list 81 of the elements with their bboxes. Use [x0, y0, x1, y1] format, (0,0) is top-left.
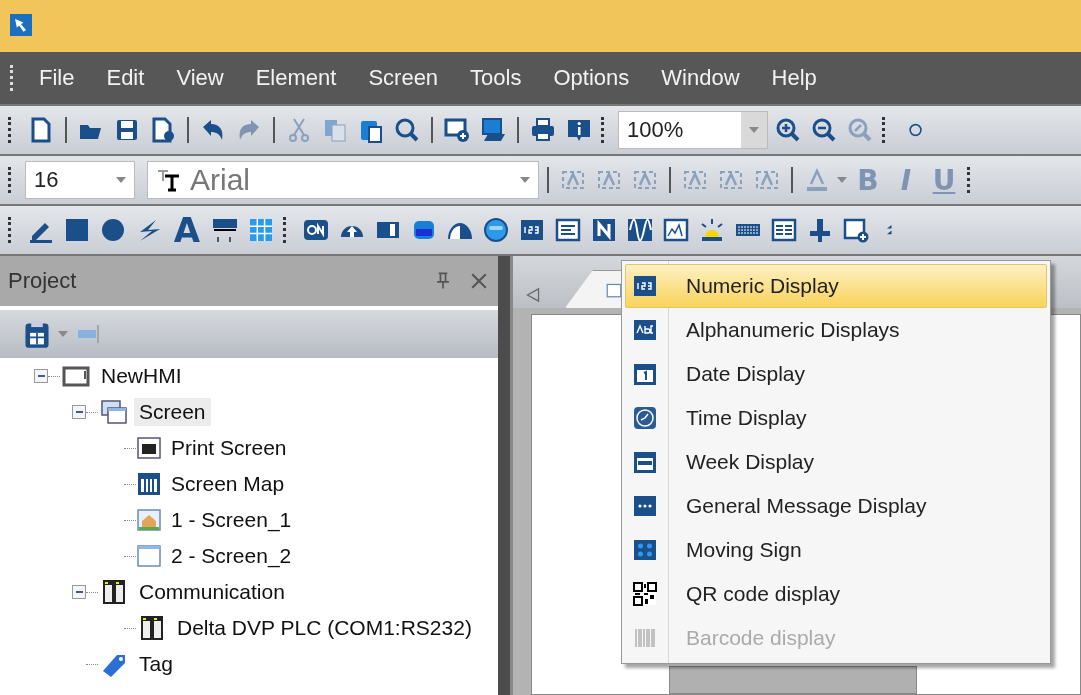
tree-item[interactable]: Screen	[134, 398, 211, 426]
collapse-toggle[interactable]	[72, 405, 86, 419]
menu-item[interactable]: Element	[239, 65, 353, 91]
menu-option[interactable]: Date Display	[625, 352, 1047, 396]
calendar-icon	[632, 361, 658, 387]
menu-option[interactable]: Moving Sign	[625, 528, 1047, 572]
scale-icon	[212, 217, 238, 243]
rectangle-icon	[64, 217, 90, 243]
add-window-icon	[843, 217, 869, 243]
calendar-icon	[632, 449, 658, 475]
caret-icon	[749, 127, 759, 133]
printer-icon	[530, 117, 556, 143]
chart-icon	[663, 217, 689, 243]
message-icon	[632, 493, 658, 519]
qr-code-icon	[632, 581, 658, 607]
print-screen-icon	[136, 435, 162, 461]
screen-map-icon	[136, 471, 162, 497]
zoom-out-icon	[811, 117, 837, 143]
dropdown-caret-icon	[837, 177, 847, 183]
tree-item[interactable]: Communication	[134, 578, 290, 606]
wave-icon	[627, 217, 653, 243]
tree-item[interactable]: NewHMI	[96, 362, 187, 390]
tree-item[interactable]: Screen Map	[166, 470, 290, 498]
windows-icon	[98, 399, 130, 425]
tree-item[interactable]: Print Screen	[166, 434, 292, 462]
menu-item[interactable]: Window	[645, 65, 756, 91]
tree-item[interactable]: Delta DVP PLC (COM1:RS232)	[172, 614, 477, 642]
alarm-light-icon	[699, 217, 725, 243]
numeric-display-icon	[519, 217, 545, 243]
tree-item[interactable]: Tag	[134, 650, 178, 678]
menu-item[interactable]: Screen	[352, 65, 455, 91]
tree-item[interactable]: 2 - Screen_2	[166, 542, 297, 570]
menu-item[interactable]: Edit	[90, 65, 161, 91]
text-tool-button[interactable]: A	[169, 210, 205, 250]
collapse-toggle[interactable]	[72, 585, 86, 599]
grid-icon	[248, 217, 274, 243]
table-icon	[771, 217, 797, 243]
menu-item[interactable]: File	[23, 65, 91, 91]
list-icon	[555, 217, 581, 243]
n-box-icon	[591, 217, 617, 243]
menu-item[interactable]: View	[160, 65, 240, 91]
collapse-toggle[interactable]	[34, 369, 48, 383]
info-icon	[566, 117, 592, 143]
clock-icon	[632, 405, 658, 431]
open-screen-icon	[480, 117, 506, 143]
lamp-icon	[483, 217, 509, 243]
menu-option[interactable]: Week Display	[625, 440, 1047, 484]
panel-title: Project	[8, 268, 78, 294]
save-as-icon	[150, 117, 176, 143]
scissors-icon	[286, 117, 312, 143]
numeric-display-icon	[632, 273, 658, 299]
toggle-button-icon	[303, 217, 329, 243]
zoom-in-icon	[775, 117, 801, 143]
new-screen-icon	[444, 117, 470, 143]
zoom-fit-icon	[847, 117, 873, 143]
font-size-dropdown[interactable]: 16	[25, 161, 135, 199]
font-color-icon	[804, 167, 830, 193]
circle-icon	[100, 217, 126, 243]
menu-option[interactable]: Numeric Display	[625, 264, 1047, 308]
caret-icon	[116, 177, 126, 183]
menu-option[interactable]: QR code display	[625, 572, 1047, 616]
menu-option[interactable]: Time Display	[625, 396, 1047, 440]
app-icon	[10, 14, 32, 36]
font-dropdown[interactable]: Arial	[147, 161, 539, 199]
text-display-icon	[632, 317, 658, 343]
zoom-dropdown[interactable]: 100%	[618, 111, 768, 149]
menu-item[interactable]: Tools	[454, 65, 538, 91]
font-icon	[156, 167, 182, 193]
menu-item[interactable]: Options	[537, 65, 646, 91]
house-icon	[136, 507, 162, 533]
tree-item[interactable]: 1 - Screen_1	[166, 506, 297, 534]
menu-item[interactable]: Help	[755, 65, 833, 91]
save-icon	[114, 117, 140, 143]
copy-icon	[322, 117, 348, 143]
search-icon	[394, 117, 420, 143]
caret-icon	[58, 331, 68, 337]
window-icon	[136, 543, 162, 569]
caret-icon	[520, 177, 530, 183]
dots-icon	[632, 537, 658, 563]
menu-option[interactable]: Alphanumeric Displays	[625, 308, 1047, 352]
menu-option[interactable]: General Message Display	[625, 484, 1047, 528]
